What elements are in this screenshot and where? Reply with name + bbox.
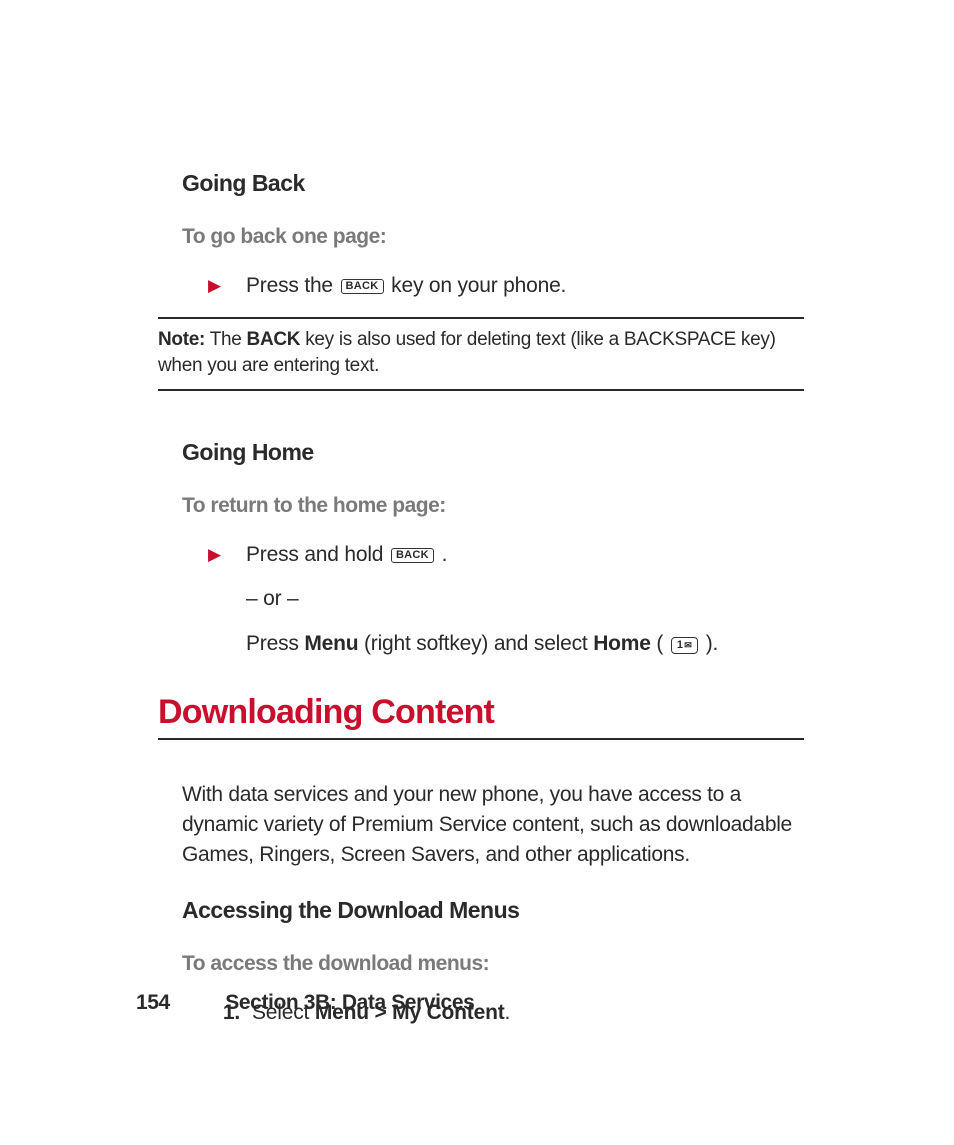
note-label: Note: [158, 329, 205, 350]
step-hold-back: ▶ Press and hold BACK . [208, 540, 804, 570]
bullet-icon: ▶ [208, 274, 246, 299]
step-text: Press the BACK key on your phone. [246, 271, 566, 301]
bullet-icon: ▶ [208, 543, 246, 568]
note-box: Note: The BACK key is also used for dele… [158, 317, 804, 390]
subhead-access-download: To access the download menus: [182, 952, 804, 976]
one-key-icon: 1✉ [671, 637, 698, 654]
back-key-icon: BACK [391, 548, 434, 563]
heading-accessing-download: Accessing the Download Menus [182, 897, 804, 924]
intro-paragraph: With data services and your new phone, y… [182, 780, 804, 869]
subhead-go-back: To go back one page: [182, 225, 804, 249]
heading-going-home: Going Home [182, 439, 804, 466]
section-label: Section 3B: Data Services [225, 991, 474, 1014]
page-footer: 154 Section 3B: Data Services [136, 991, 474, 1015]
page-number: 154 [136, 991, 170, 1014]
subhead-return-home: To return to the home page: [182, 494, 804, 518]
heading-downloading-content: Downloading Content [158, 693, 804, 732]
step-menu-home: Press Menu (right softkey) and select Ho… [246, 629, 804, 659]
back-key-icon: BACK [341, 279, 384, 294]
heading-going-back: Going Back [182, 170, 804, 197]
step-text: Press and hold BACK . [246, 540, 447, 570]
or-separator: – or – [246, 584, 804, 614]
heading-rule [158, 738, 804, 740]
step-press-back: ▶ Press the BACK key on your phone. [208, 271, 804, 301]
